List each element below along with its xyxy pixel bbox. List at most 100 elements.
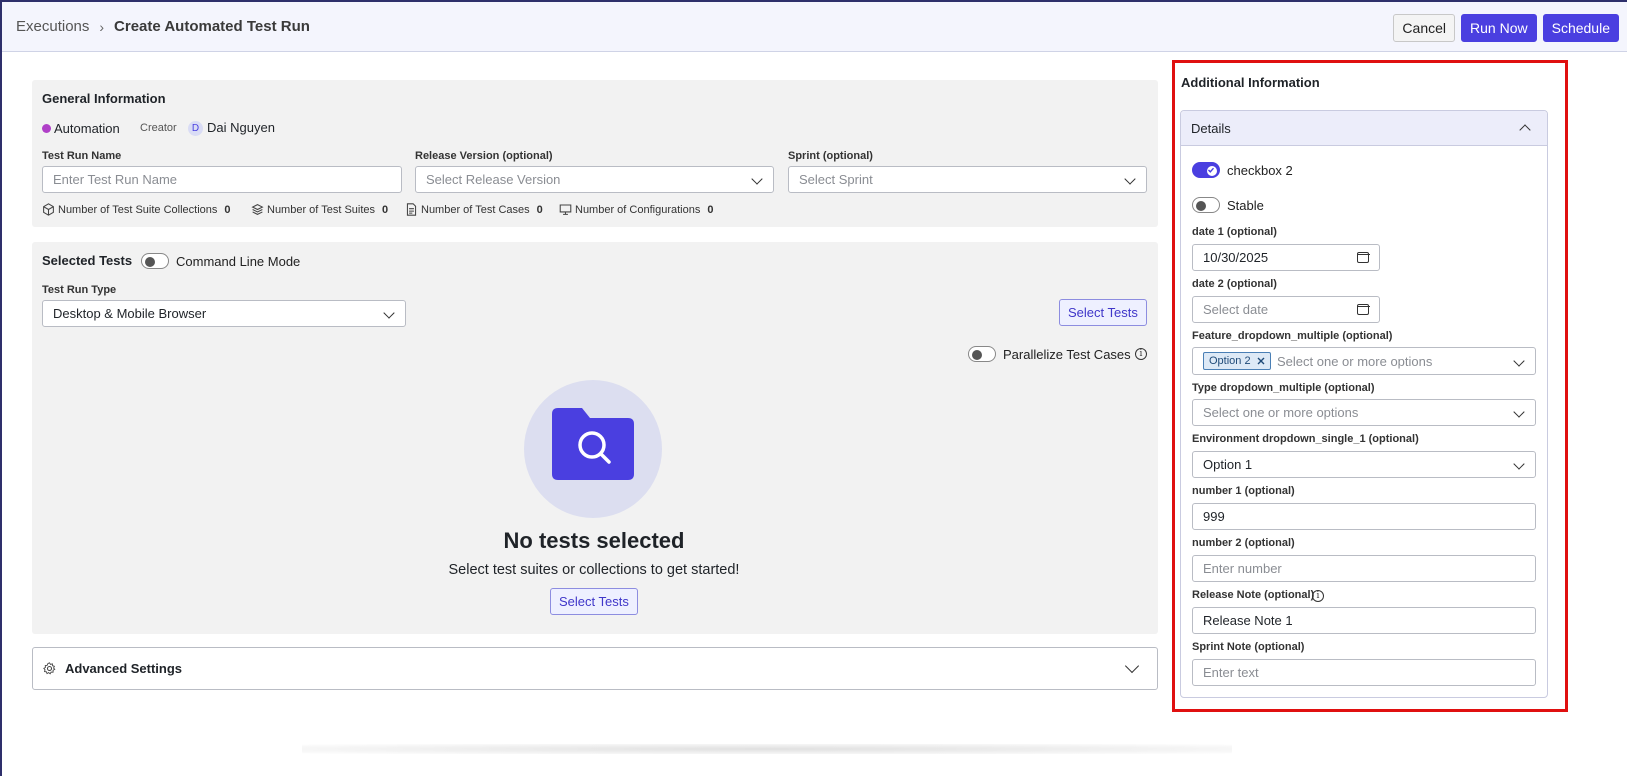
close-icon[interactable] [1257,357,1265,365]
checkbox-2-toggle[interactable] [1192,162,1220,178]
stat-test-suites: Number of Test Suites 0 [251,203,388,216]
test-run-type-select[interactable]: Desktop & Mobile Browser [42,300,406,327]
bottom-shadow [302,744,1232,754]
run-type-label: Automation [54,121,120,136]
type-dropdown-select[interactable]: Select one or more options [1192,399,1536,426]
page-title: Create Automated Test Run [114,18,310,35]
number-2-label: number 2 (optional) [1192,537,1295,549]
selected-tests-title: Selected Tests [42,253,133,268]
number-2-input[interactable]: Enter number [1192,555,1536,582]
general-information-title: General Information [42,91,166,106]
breadcrumb-executions[interactable]: Executions [16,18,89,35]
details-title: Details [1191,121,1231,136]
advanced-settings-accordion[interactable]: Advanced Settings [32,647,1158,690]
chevron-down-icon [751,173,763,185]
cancel-button[interactable]: Cancel [1393,14,1456,42]
info-icon[interactable]: i [1312,590,1324,602]
sprint-label: Sprint (optional) [788,150,873,162]
environment-dropdown-label: Environment dropdown_single_1 (optional) [1192,433,1419,445]
stat-label: Number of Test Suite Collections [58,203,218,216]
sprint-note-label: Sprint Note (optional) [1192,641,1305,653]
breadcrumb-separator: › [99,18,105,35]
chevron-down-icon [1124,173,1136,185]
number-2-placeholder: Enter number [1203,561,1282,576]
stable-label: Stable [1227,198,1264,213]
parallelize-toggle[interactable] [968,346,996,362]
chevron-down-icon [1513,406,1525,418]
top-bar: Executions › Create Automated Test Run C… [2,2,1627,52]
feature-dropdown-select[interactable]: Option 2 Select one or more options [1192,347,1536,375]
info-icon[interactable]: i [1135,348,1147,360]
empty-state-subtitle: Select test suites or collections to get… [448,562,740,578]
check-icon [1208,167,1215,173]
release-note-input[interactable]: Release Note 1 [1192,607,1536,634]
chevron-down-icon [1124,658,1140,674]
date-2-placeholder: Select date [1203,302,1269,317]
calendar-icon[interactable] [1356,252,1370,263]
additional-information-title: Additional Information [1181,75,1320,90]
select-tests-button[interactable]: Select Tests [1059,299,1147,326]
stat-test-suite-collections: Number of Test Suite Collections 0 [42,203,231,216]
stat-label: Number of Test Suites [267,203,376,216]
release-version-select[interactable]: Select Release Version [415,166,774,193]
document-icon [406,203,417,216]
run-now-button[interactable]: Run Now [1461,14,1537,42]
date-1-value: 10/30/2025 [1203,250,1269,265]
date-2-input[interactable]: Select date [1192,296,1380,323]
empty-state-title: No tests selected [503,528,685,553]
stat-configurations: Number of Configurations 0 [559,203,713,216]
command-line-mode-label: Command Line Mode [176,254,301,269]
test-run-type-value: Desktop & Mobile Browser [53,306,207,321]
sprint-select[interactable]: Select Sprint [788,166,1147,193]
release-version-placeholder: Select Release Version [426,172,561,187]
type-dropdown-label: Type dropdown_multiple (optional) [1192,382,1375,394]
folder-search-icon [552,408,634,480]
test-run-name-label: Test Run Name [42,150,122,162]
chevron-down-icon [1513,355,1525,367]
gear-icon [43,662,56,675]
chip-label: Option 2 [1209,355,1251,367]
chevron-down-icon [1513,458,1525,470]
selected-option-chip: Option 2 [1203,352,1271,370]
release-version-label: Release Version (optional) [415,150,553,162]
sprint-placeholder: Select Sprint [799,172,873,187]
date-1-input[interactable]: 10/30/2025 [1192,244,1380,271]
number-1-value: 999 [1203,509,1225,524]
details-header[interactable]: Details [1181,111,1547,146]
cube-icon [43,203,54,216]
calendar-icon[interactable] [1356,304,1370,315]
stable-toggle[interactable] [1192,197,1220,213]
sprint-note-input[interactable]: Enter text [1192,659,1536,686]
number-1-input[interactable]: 999 [1192,503,1536,530]
test-run-name-placeholder: Enter Test Run Name [53,172,178,187]
stat-label: Number of Test Cases [421,203,530,216]
command-line-mode-toggle[interactable] [141,253,169,269]
monitor-icon [559,204,572,215]
release-note-value: Release Note 1 [1203,613,1293,628]
parallelize-label: Parallelize Test Cases [1003,347,1131,362]
stat-value: 0 [382,203,389,216]
automation-dot-icon [42,124,51,133]
stat-value: 0 [707,203,714,216]
advanced-settings-title: Advanced Settings [65,661,183,676]
layers-icon [251,204,264,215]
stat-label: Number of Configurations [575,203,701,216]
date-2-label: date 2 (optional) [1192,278,1277,290]
environment-dropdown-value: Option 1 [1203,457,1253,472]
type-dropdown-placeholder: Select one or more options [1203,405,1359,420]
empty-select-tests-button[interactable]: Select Tests [550,588,638,615]
checkbox-2-label: checkbox 2 [1227,163,1293,178]
test-run-name-input[interactable]: Enter Test Run Name [42,166,402,193]
stat-test-cases: Number of Test Cases 0 [405,203,543,216]
feature-dropdown-placeholder: Select one or more options [1277,354,1433,369]
chevron-up-icon [1519,124,1531,136]
creator-name: Dai Nguyen [207,120,275,135]
creator-avatar: D [188,121,203,136]
schedule-button[interactable]: Schedule [1542,14,1619,42]
environment-dropdown-select[interactable]: Option 1 [1192,451,1536,478]
sprint-note-placeholder: Enter text [1203,665,1259,680]
release-note-label: Release Note (optional) [1192,589,1315,601]
creator-label: Creator [140,122,177,134]
chevron-down-icon [383,307,395,319]
number-1-label: number 1 (optional) [1192,485,1295,497]
